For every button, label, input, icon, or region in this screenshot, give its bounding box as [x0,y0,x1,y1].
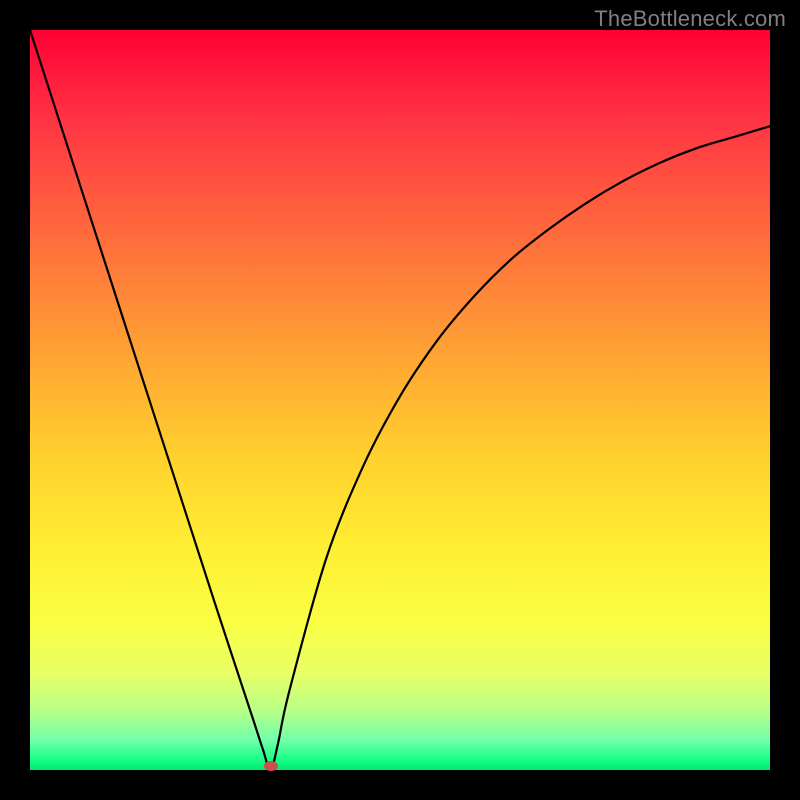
bottleneck-curve [30,30,770,770]
plot-area [30,30,770,770]
chart-frame: TheBottleneck.com [0,0,800,800]
watermark-text: TheBottleneck.com [594,6,786,32]
optimal-point-marker [264,761,278,771]
